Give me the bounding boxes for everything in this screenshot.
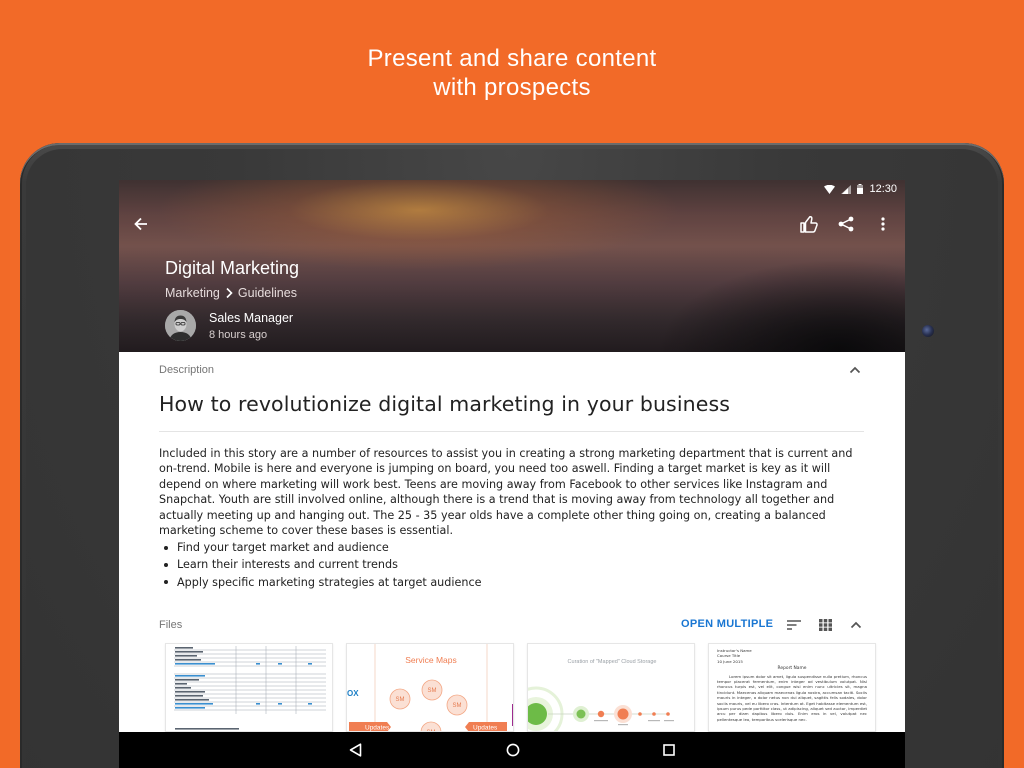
updates-tag: Updates [473, 725, 498, 732]
device-screen: 12:30 Digital Marketing Marketing Guidel… [119, 180, 905, 768]
post-timestamp: 8 hours ago [209, 328, 268, 341]
files-label: Files [159, 619, 183, 631]
files-toolbar: Files OPEN MULTIPLE [119, 616, 905, 636]
breadcrumb-item-guidelines[interactable]: Guidelines [238, 286, 297, 300]
updates-tag: Updates [365, 725, 390, 732]
home-circle-icon[interactable] [505, 742, 521, 758]
story-content: Description How to revolutionize digital… [119, 352, 905, 732]
signal-icon [841, 184, 852, 194]
description-bullets: Find your target market and audience Lea… [159, 539, 859, 591]
report-text: Lorem ipsum dolor sit amet, ligula suspe… [717, 673, 867, 722]
wifi-icon [824, 184, 836, 194]
report-meta-line: 10 June 2015 [717, 658, 743, 664]
clock: 12:30 [869, 183, 897, 195]
bubble-label: SM [428, 688, 437, 694]
service-map-title: Service Maps [405, 655, 457, 665]
promo-line-2: with prospects [433, 74, 591, 101]
breadcrumb: Marketing Guidelines [165, 286, 297, 300]
bubble-label: SM [453, 703, 462, 709]
author-block: Sales Manager 8 hours ago [165, 310, 293, 341]
back-triangle-icon[interactable] [347, 742, 363, 758]
promo-caption: Present and share content with prospects [0, 44, 1024, 102]
breadcrumb-item-marketing[interactable]: Marketing [165, 286, 220, 300]
divider [159, 431, 864, 432]
list-item: Apply specific marketing strategies at t… [159, 574, 859, 591]
file-thumbnail-spreadsheet[interactable] [165, 643, 333, 732]
file-thumbnail-report[interactable]: Instructor's Name Course Title 10 June 2… [708, 643, 876, 732]
collapse-files-icon[interactable] [847, 616, 865, 634]
sort-icon[interactable] [785, 616, 803, 634]
share-icon[interactable] [835, 213, 857, 235]
camera-icon [922, 325, 934, 337]
collapse-description-icon[interactable] [847, 362, 863, 378]
description-headline: How to revolutionize digital marketing i… [159, 392, 731, 416]
more-vert-icon[interactable] [872, 213, 894, 235]
avatar[interactable] [165, 310, 196, 341]
file-thumbnail-service-map[interactable]: Service Maps OX SM SM SM SM Updates Upda… [346, 643, 514, 732]
promo-line-1: Present and share content [367, 45, 657, 72]
open-multiple-button[interactable]: OPEN MULTIPLE [681, 618, 773, 630]
author-name: Sales Manager [209, 310, 294, 325]
list-item: Learn their interests and current trends [159, 556, 859, 573]
cloud-diagram-title: Curation of "Mapped" Cloud Storage [568, 659, 657, 665]
list-item: Find your target market and audience [159, 539, 859, 556]
chevron-right-icon [226, 287, 233, 299]
story-header: 12:30 Digital Marketing Marketing Guidel… [119, 180, 905, 352]
report-heading: Report Name [777, 666, 807, 672]
story-title: Digital Marketing [165, 258, 300, 278]
status-bar: 12:30 [119, 180, 905, 198]
battery-icon [857, 184, 864, 194]
service-map-edge-label: OX [347, 689, 359, 698]
description-body: Included in this story are a number of r… [159, 447, 853, 538]
thumbs-up-icon[interactable] [798, 213, 820, 235]
system-nav-bar [119, 732, 905, 768]
file-thumbnail-cloud-diagram[interactable]: Curation of "Mapped" Cloud Storage [527, 643, 695, 732]
recents-square-icon[interactable] [661, 742, 677, 758]
grid-view-icon[interactable] [816, 616, 834, 634]
bubble-label: SM [396, 697, 405, 703]
back-arrow-icon[interactable] [130, 213, 152, 235]
description-label: Description [159, 364, 215, 376]
